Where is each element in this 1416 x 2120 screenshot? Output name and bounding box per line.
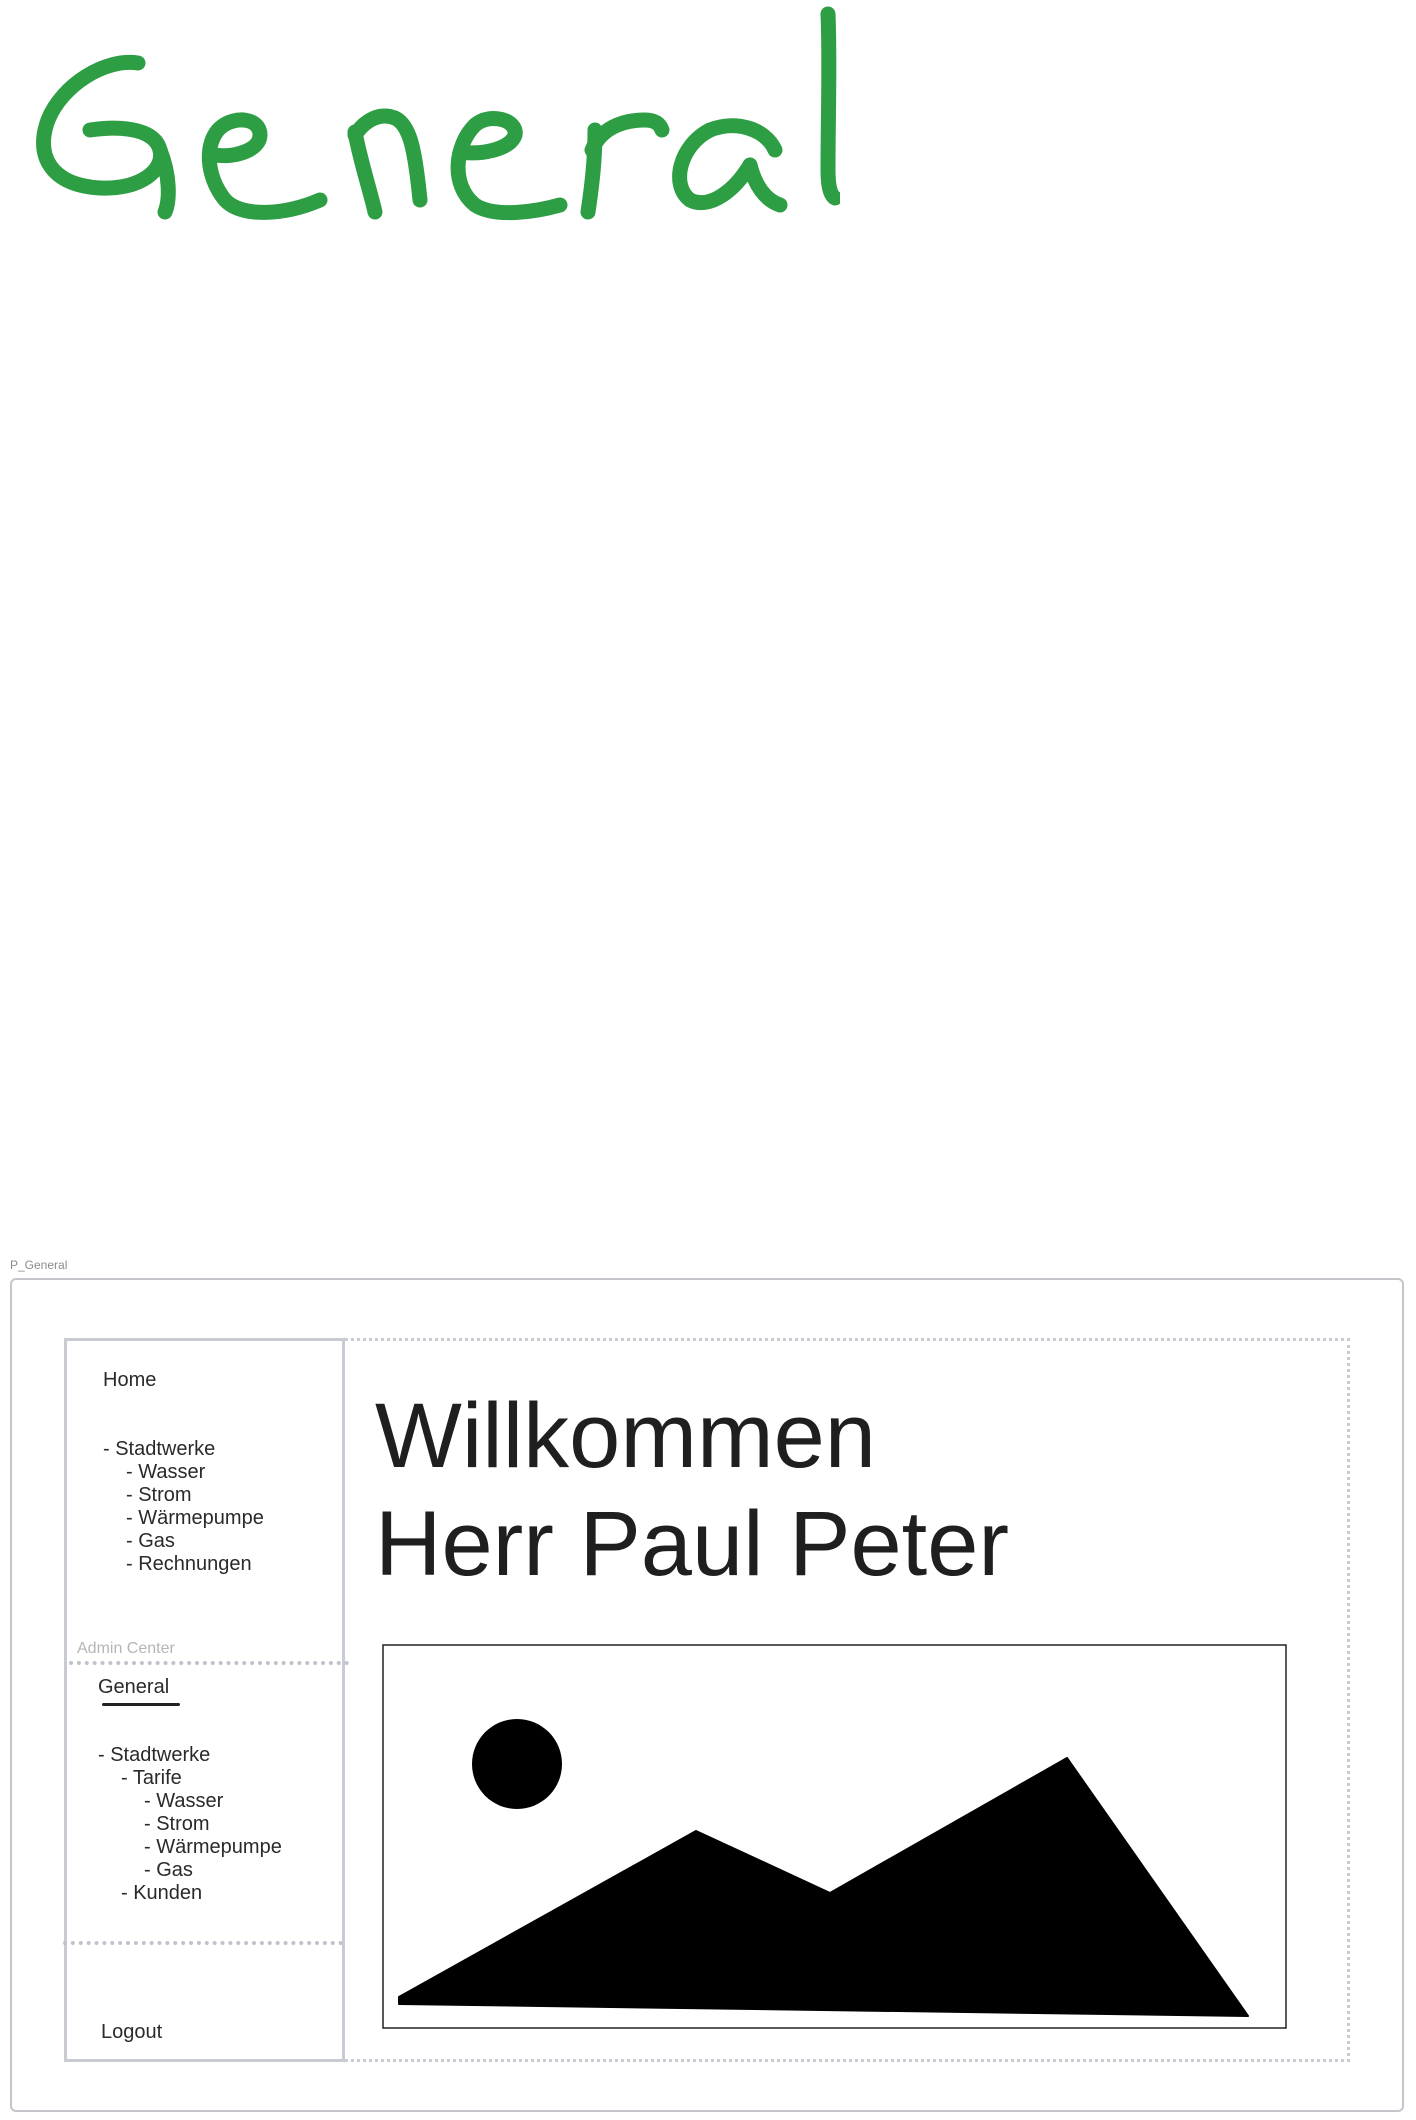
nav-home[interactable]: Home <box>103 1369 156 1392</box>
nav-user-wasser[interactable]: - Wasser <box>126 1461 205 1484</box>
nav-user-gas[interactable]: - Gas <box>126 1530 175 1553</box>
nav-admin-tarife-gas[interactable]: - Gas <box>144 1859 193 1882</box>
nav-admin-tarife-strom[interactable]: - Strom <box>144 1813 210 1836</box>
sidebar: Home - Stadtwerke - Wasser - Strom - Wär… <box>63 1338 349 2062</box>
nav-admin-tarife[interactable]: - Tarife <box>121 1767 182 1790</box>
nav-admin-stadtwerke[interactable]: - Stadtwerke <box>98 1744 210 1767</box>
nav-user-stadtwerke[interactable]: - Stadtwerke <box>103 1438 215 1461</box>
nav-user-rechnungen[interactable]: - Rechnungen <box>126 1553 252 1576</box>
admin-separator-top <box>69 1661 349 1665</box>
nav-admin-kunden[interactable]: - Kunden <box>121 1882 202 1905</box>
nav-user-strom[interactable]: - Strom <box>126 1484 192 1507</box>
image-placeholder-icon <box>382 1644 1287 2029</box>
active-underline <box>102 1703 180 1706</box>
admin-separator-bottom <box>63 1941 343 1945</box>
admin-center-label: Admin Center <box>77 1640 175 1657</box>
nav-admin-tarife-waermepumpe[interactable]: - Wärmepumpe <box>144 1836 282 1859</box>
sun-shape <box>472 1719 562 1809</box>
welcome-line-2: Herr Paul Peter <box>375 1493 1010 1595</box>
welcome-heading: Willkommen Herr Paul Peter <box>375 1382 1009 1598</box>
handwritten-title <box>36 6 840 221</box>
frame-label: P_General <box>10 1258 68 1272</box>
main-content: Willkommen Herr Paul Peter <box>345 1338 1347 2059</box>
nav-logout[interactable]: Logout <box>101 2021 162 2044</box>
nav-admin-tarife-wasser[interactable]: - Wasser <box>144 1790 223 1813</box>
nav-user-waermepumpe[interactable]: - Wärmepumpe <box>126 1507 264 1530</box>
welcome-line-1: Willkommen <box>375 1385 876 1487</box>
nav-admin-general[interactable]: General <box>98 1676 169 1699</box>
